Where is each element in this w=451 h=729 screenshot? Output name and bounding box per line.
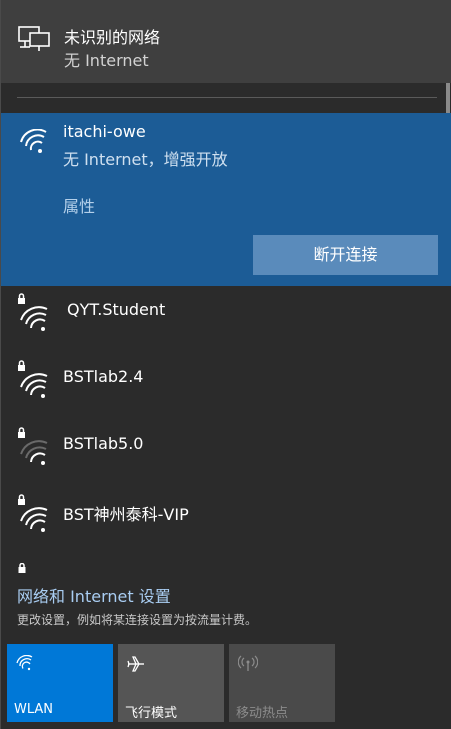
network-ssid: BSTlab2.4	[63, 367, 144, 386]
network-ssid: BSTlab5.0	[63, 434, 144, 453]
network-item-bstlab2-4[interactable]: BSTlab2.4	[1, 354, 441, 414]
properties-link[interactable]: 属性	[63, 193, 95, 217]
lock-icon	[18, 558, 26, 577]
airplane-icon	[127, 655, 145, 677]
mobile-hotspot-toggle[interactable]: 移动热点	[229, 644, 335, 722]
wifi-secured-icon	[17, 494, 51, 538]
network-item-bst-vip[interactable]: BST神州泰科-VIP	[1, 488, 441, 548]
wired-network-item[interactable]: 未识别的网络 无 Internet	[1, 0, 451, 83]
wired-network-name: 未识别的网络	[64, 28, 161, 47]
wifi-secured-icon	[17, 360, 51, 404]
network-flyout: 未识别的网络 无 Internet itachi-owe 无 Internet，…	[0, 0, 451, 729]
network-item-qyt-student[interactable]: QYT.Student	[1, 287, 441, 347]
wifi-signal-icon	[19, 128, 49, 159]
mobile-hotspot-label: 移动热点	[236, 706, 289, 721]
network-ssid: QYT.Student	[67, 300, 166, 319]
connected-network-item[interactable]: itachi-owe 无 Internet，增强开放 属性 断开连接	[1, 113, 451, 286]
wlan-label: WLAN	[14, 702, 54, 717]
wlan-toggle[interactable]: WLAN	[7, 644, 113, 722]
network-settings-description: 更改设置，例如将某连接设置为按流量计费。	[17, 613, 258, 627]
wifi-secured-icon	[17, 293, 51, 337]
network-ssid: BST神州泰科-VIP	[63, 505, 189, 524]
network-settings-link[interactable]: 网络和 Internet 设置	[17, 583, 171, 607]
wired-network-icon	[17, 25, 51, 57]
divider	[17, 97, 437, 98]
connected-network-ssid: itachi-owe	[63, 122, 146, 141]
wired-network-status: 无 Internet	[64, 51, 149, 70]
network-item-bstlab5-0[interactable]: BSTlab5.0	[1, 421, 441, 481]
connected-network-status: 无 Internet，增强开放	[63, 150, 228, 169]
hotspot-icon	[237, 655, 259, 677]
wifi-secured-icon	[17, 427, 51, 471]
wifi-icon	[16, 654, 34, 675]
airplane-mode-toggle[interactable]: 飞行模式	[118, 644, 224, 722]
airplane-mode-label: 飞行模式	[125, 706, 178, 721]
disconnect-button[interactable]: 断开连接	[253, 235, 438, 275]
